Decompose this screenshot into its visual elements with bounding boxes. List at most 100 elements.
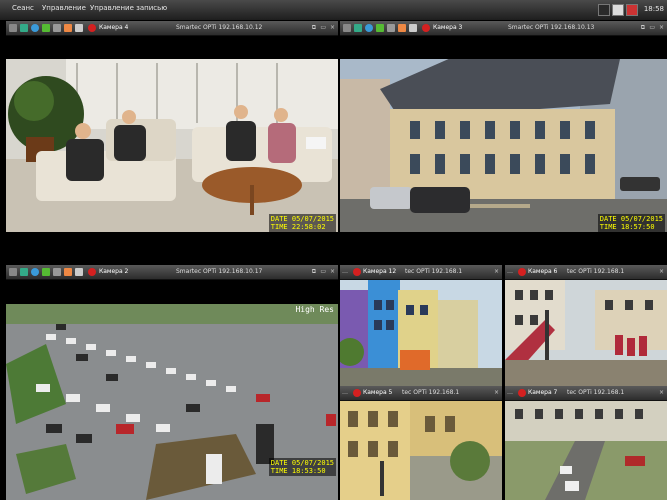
more-icon[interactable]: … (342, 268, 348, 275)
settings-icon[interactable] (53, 268, 61, 276)
camera-pane-2[interactable]: Камера 2 Smartec OPTi 192.168.10.17 ⧉ ▭ … (6, 265, 338, 500)
osd-date: DATE 05/07/2015 (270, 215, 334, 223)
expand-icon[interactable]: ▭ (320, 24, 326, 31)
timestamp-overlay: DATE 05/07/2015 TIME 18:53:50 (268, 458, 336, 476)
camera-icon[interactable] (20, 24, 28, 32)
camera-icon[interactable] (20, 268, 28, 276)
camera-toolbar: Камера 2 Smartec OPTi 192.168.10.17 ⧉ ▭ … (6, 265, 338, 280)
camera-toolbar: … Камера 12 tec OPTi 192.168.1 × (340, 265, 502, 280)
clock: 18:58 (643, 5, 664, 13)
camera-name: Камера 4 (99, 24, 129, 31)
prev-icon[interactable] (598, 4, 610, 16)
street-scene (340, 59, 667, 232)
more-icon[interactable]: … (507, 268, 513, 275)
timestamp-overlay: DATE 05/07/2015 TIME 22:58:02 (268, 214, 336, 232)
osd-time: TIME 18:57:50 (599, 223, 655, 231)
close-icon[interactable]: × (330, 24, 335, 31)
menu-icon[interactable] (9, 24, 17, 32)
record-icon[interactable] (353, 389, 361, 397)
person-icon[interactable] (42, 268, 50, 276)
camera-pane-12[interactable]: … Камера 12 tec OPTi 192.168.1 × (340, 265, 502, 386)
screen-icon[interactable] (409, 24, 417, 32)
settings-icon[interactable] (53, 24, 61, 32)
camera-ip: tec OPTi 192.168.1 (402, 389, 460, 396)
record-icon[interactable] (88, 24, 96, 32)
video-feed[interactable] (505, 401, 667, 500)
camera-name: Камера 7 (528, 389, 558, 396)
camera-toolbar: … Камера 5 tec OPTi 192.168.1 × (340, 386, 502, 401)
yard-scene (505, 401, 667, 500)
mic-icon[interactable] (398, 24, 406, 32)
flag-icon[interactable] (626, 4, 638, 16)
kindergarten-scene (340, 280, 502, 386)
zoom-icon[interactable]: ⧉ (641, 24, 645, 32)
screen-icon[interactable] (75, 24, 83, 32)
camera-ip: tec OPTi 192.168.1 (567, 389, 625, 396)
screen-icon[interactable] (75, 268, 83, 276)
video-feed[interactable] (340, 280, 502, 386)
camera-toolbar: Камера 4 Smartec OPTi 192.168.10.12 ⧉ ▭ … (6, 21, 338, 36)
mic-icon[interactable] (64, 268, 72, 276)
camera-ip: Smartec OPTi 192.168.10.12 (176, 24, 263, 31)
more-icon[interactable]: … (507, 389, 513, 396)
osd-time: TIME 18:53:50 (270, 467, 326, 475)
record-icon[interactable] (88, 268, 96, 276)
record-icon[interactable] (422, 24, 430, 32)
record-icon[interactable] (518, 268, 526, 276)
close-icon[interactable]: × (494, 389, 499, 396)
settings-icon[interactable] (387, 24, 395, 32)
menu-record-control[interactable]: Управление записью (90, 4, 167, 12)
video-feed[interactable] (505, 280, 667, 386)
expand-icon[interactable]: ▭ (320, 268, 326, 275)
camera-name: Камера 2 (99, 268, 129, 275)
camera-toolbar: … Камера 7 tec OPTi 192.168.1 × (505, 386, 667, 401)
camera-icon[interactable] (354, 24, 362, 32)
close-icon[interactable]: × (659, 268, 664, 275)
window-icon[interactable] (612, 4, 624, 16)
record-icon[interactable] (353, 268, 361, 276)
camera-ip: tec OPTi 192.168.1 (567, 268, 625, 275)
camera-toolbar: … Камера 6 tec OPTi 192.168.1 × (505, 265, 667, 280)
camera-pane-7[interactable]: … Камера 7 tec OPTi 192.168.1 × (505, 386, 667, 500)
camera-ip: Smartec OPTi 192.168.10.13 (508, 24, 595, 31)
close-icon[interactable]: × (659, 24, 664, 31)
globe-icon[interactable] (365, 24, 373, 32)
menu-icon[interactable] (343, 24, 351, 32)
close-icon[interactable]: × (494, 268, 499, 275)
video-feed[interactable] (340, 59, 667, 232)
mic-icon[interactable] (64, 24, 72, 32)
courtyard-scene (340, 401, 502, 500)
menu-icon[interactable] (9, 268, 17, 276)
video-feed[interactable] (340, 401, 502, 500)
timestamp-overlay: DATE 05/07/2015 TIME 18:57:50 (597, 214, 665, 232)
close-icon[interactable]: × (330, 268, 335, 275)
more-icon[interactable]: … (342, 389, 348, 396)
video-feed[interactable] (6, 59, 338, 232)
camera-ip: tec OPTi 192.168.1 (405, 268, 463, 275)
camera-name: Камера 3 (433, 24, 463, 31)
camera-name: Камера 6 (528, 268, 558, 275)
camera-pane-3[interactable]: Камера 3 Smartec OPTi 192.168.10.13 ⧉ ▭ … (340, 21, 667, 264)
close-icon[interactable]: × (659, 389, 664, 396)
office-scene (6, 59, 338, 232)
person-icon[interactable] (376, 24, 384, 32)
osd-date: DATE 05/07/2015 (270, 459, 334, 467)
playground-scene (505, 280, 667, 386)
camera-ip: Smartec OPTi 192.168.10.17 (176, 268, 263, 275)
record-icon[interactable] (518, 389, 526, 397)
menu-control[interactable]: Управление (42, 4, 86, 12)
zoom-icon[interactable]: ⧉ (312, 268, 316, 276)
person-icon[interactable] (42, 24, 50, 32)
globe-icon[interactable] (31, 268, 39, 276)
camera-name: Камера 5 (363, 389, 393, 396)
camera-pane-5[interactable]: … Камера 5 tec OPTi 192.168.1 × (340, 386, 502, 500)
menu-session[interactable]: Сеанс (12, 4, 34, 12)
globe-icon[interactable] (31, 24, 39, 32)
quality-overlay: High Res (295, 305, 334, 314)
camera-pane-4[interactable]: Камера 4 Smartec OPTi 192.168.10.12 ⧉ ▭ … (6, 21, 338, 264)
zoom-icon[interactable]: ⧉ (312, 24, 316, 32)
camera-pane-6[interactable]: … Камера 6 tec OPTi 192.168.1 × (505, 265, 667, 386)
expand-icon[interactable]: ▭ (649, 24, 655, 31)
osd-time: TIME 22:58:02 (270, 223, 326, 231)
menu-bar: Сеанс Управление Управление записью 18:5… (0, 0, 667, 21)
